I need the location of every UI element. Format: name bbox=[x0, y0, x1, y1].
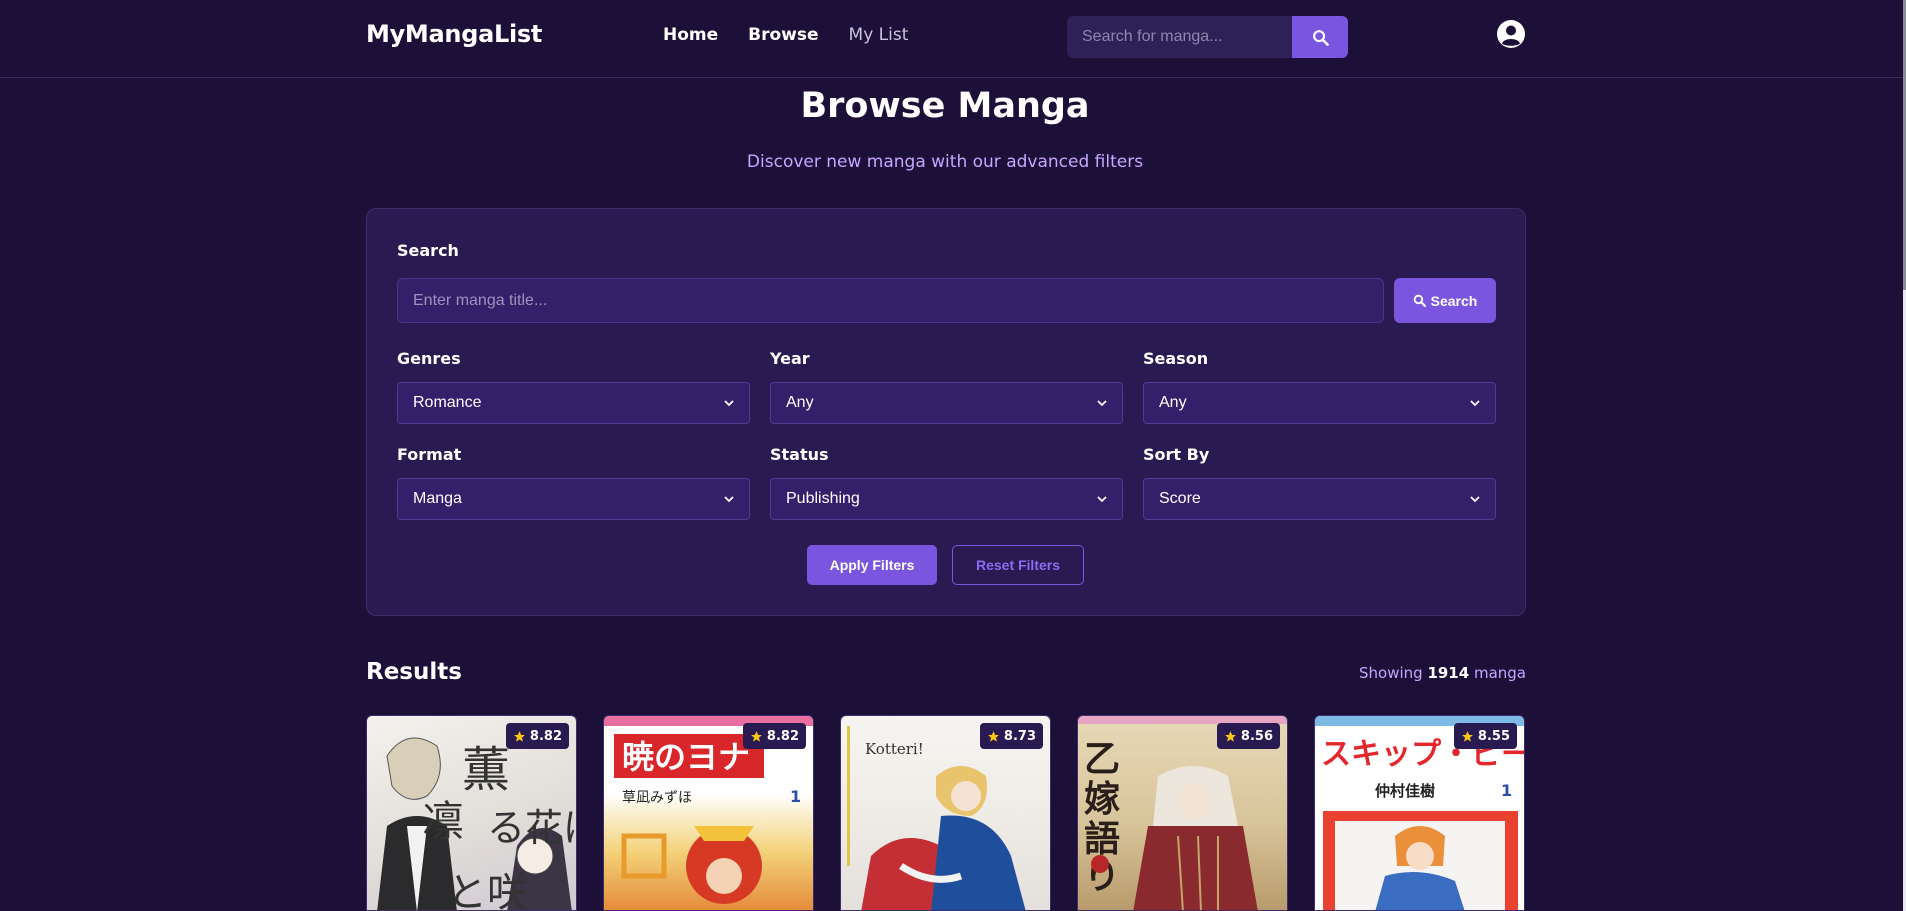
chevron-down-icon bbox=[1470, 400, 1480, 407]
svg-text:薫: 薫 bbox=[462, 742, 510, 798]
star-icon bbox=[1462, 730, 1473, 742]
sort-select-value: Score bbox=[1159, 490, 1201, 507]
header-search bbox=[1067, 16, 1348, 58]
season-select-value: Any bbox=[1159, 394, 1187, 411]
score-value: 8.82 bbox=[529, 728, 562, 744]
year-select-value: Any bbox=[786, 394, 814, 411]
chevron-down-icon bbox=[1470, 496, 1480, 503]
svg-text:凛: 凛 bbox=[422, 797, 464, 846]
header-search-input[interactable] bbox=[1067, 16, 1292, 58]
results-count-suffix: manga bbox=[1473, 664, 1526, 682]
svg-text:草凪みずほ: 草凪みずほ bbox=[622, 790, 692, 806]
chevron-down-icon bbox=[1097, 496, 1107, 503]
search-label: Search bbox=[397, 241, 459, 260]
apply-filters-button[interactable]: Apply Filters bbox=[807, 545, 937, 585]
sort-label: Sort By bbox=[1143, 445, 1210, 464]
manga-card[interactable]: 乙 嫁 語 り 8.56 bbox=[1077, 715, 1288, 911]
svg-text:1: 1 bbox=[790, 787, 801, 806]
status-select-value: Publishing bbox=[786, 490, 860, 507]
status-label: Status bbox=[770, 445, 829, 464]
chevron-down-icon bbox=[724, 496, 734, 503]
score-badge: 8.82 bbox=[742, 723, 806, 749]
manga-card[interactable]: スキップ・ビート! 仲村佳樹 1 8.55 bbox=[1314, 715, 1525, 911]
header-search-button[interactable] bbox=[1292, 16, 1348, 58]
results-count: Showing 1914 manga bbox=[1359, 664, 1526, 682]
nav-my-list[interactable]: My List bbox=[849, 25, 909, 45]
svg-text:る花は: る花は bbox=[487, 806, 577, 850]
user-account-icon[interactable] bbox=[1496, 19, 1526, 49]
genres-select[interactable]: Romance bbox=[397, 382, 750, 424]
score-badge: 8.82 bbox=[505, 723, 569, 749]
title-search-input[interactable] bbox=[397, 278, 1384, 323]
manga-card[interactable]: Kotteri! 8.73 bbox=[840, 715, 1051, 911]
top-navbar: MyMangaList Home Browse My List bbox=[0, 0, 1903, 78]
filter-panel: Search Search Genres Romance Year Any Se… bbox=[366, 208, 1526, 616]
svg-text:1: 1 bbox=[1501, 781, 1512, 800]
genres-select-value: Romance bbox=[413, 394, 482, 411]
manga-card[interactable]: 暁のヨナ 草凪みずほ 1 8.82 bbox=[603, 715, 814, 911]
search-icon bbox=[1413, 294, 1426, 307]
genres-label: Genres bbox=[397, 349, 461, 368]
sort-select[interactable]: Score bbox=[1143, 478, 1496, 520]
format-select-value: Manga bbox=[413, 490, 462, 507]
svg-text:仲村佳樹: 仲村佳樹 bbox=[1375, 782, 1435, 800]
reset-filters-button[interactable]: Reset Filters bbox=[952, 545, 1084, 585]
chevron-down-icon bbox=[1097, 400, 1107, 407]
search-button-label: Search bbox=[1430, 292, 1478, 309]
svg-text:と咲: と咲 bbox=[447, 870, 527, 911]
search-button[interactable]: Search bbox=[1394, 278, 1496, 323]
score-value: 8.82 bbox=[766, 728, 799, 744]
svg-text:乙: 乙 bbox=[1084, 738, 1120, 780]
score-value: 8.55 bbox=[1477, 728, 1510, 744]
results-count-number: 1914 bbox=[1427, 664, 1470, 682]
format-select[interactable]: Manga bbox=[397, 478, 750, 520]
score-badge: 8.55 bbox=[1453, 723, 1517, 749]
score-badge: 8.73 bbox=[979, 723, 1043, 749]
nav-browse[interactable]: Browse bbox=[748, 25, 818, 45]
svg-text:暁のヨナ: 暁のヨナ bbox=[622, 738, 750, 776]
star-icon bbox=[751, 730, 762, 742]
main-nav: Home Browse My List bbox=[663, 25, 908, 45]
star-icon bbox=[514, 730, 525, 742]
year-label: Year bbox=[770, 349, 810, 368]
chevron-down-icon bbox=[724, 400, 734, 407]
site-logo[interactable]: MyMangaList bbox=[366, 20, 542, 48]
search-icon bbox=[1312, 29, 1329, 46]
manga-card[interactable]: 薫 る花は 凛 と咲 8.82 bbox=[366, 715, 577, 911]
svg-text:嫁: 嫁 bbox=[1084, 778, 1120, 820]
nav-home[interactable]: Home bbox=[663, 25, 718, 45]
season-select[interactable]: Any bbox=[1143, 382, 1496, 424]
svg-text:語: 語 bbox=[1084, 818, 1120, 860]
score-value: 8.73 bbox=[1003, 728, 1036, 744]
results-title: Results bbox=[366, 659, 462, 685]
star-icon bbox=[1225, 730, 1236, 742]
year-select[interactable]: Any bbox=[770, 382, 1123, 424]
page-subtitle: Discover new manga with our advanced fil… bbox=[746, 152, 1144, 172]
score-value: 8.56 bbox=[1240, 728, 1273, 744]
score-badge: 8.56 bbox=[1216, 723, 1280, 749]
star-icon bbox=[988, 730, 999, 742]
svg-text:Kotteri!: Kotteri! bbox=[865, 740, 924, 758]
season-label: Season bbox=[1143, 349, 1209, 368]
status-select[interactable]: Publishing bbox=[770, 478, 1123, 520]
page-title: Browse Manga bbox=[800, 86, 1090, 126]
results-count-prefix: Showing bbox=[1358, 664, 1423, 682]
format-label: Format bbox=[397, 445, 462, 464]
